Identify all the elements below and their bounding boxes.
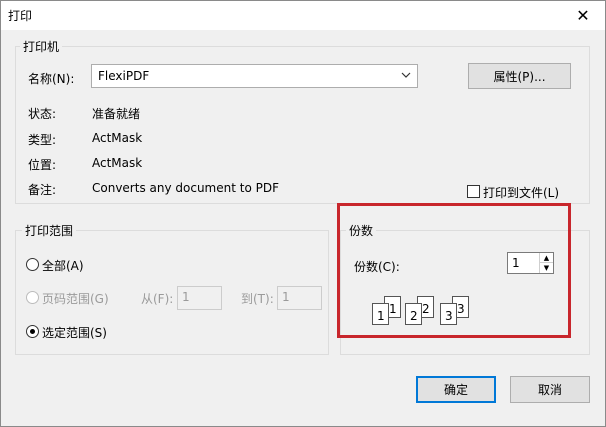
- printer-select-value: FlexiPDF: [98, 69, 150, 83]
- from-input[interactable]: 1: [177, 286, 222, 310]
- properties-button-label: 属性(P)...: [493, 69, 546, 84]
- copies-label: 份数(C):: [354, 260, 400, 274]
- properties-button[interactable]: 属性(P)...: [468, 63, 571, 89]
- type-value: ActMask: [92, 131, 143, 145]
- cancel-button-label: 取消: [537, 383, 562, 397]
- print-dialog: 打印 ✕ 打印机 名称(N): FlexiPDF 属性(P)... 状态: 准备…: [0, 0, 606, 427]
- chevron-down-icon: [401, 72, 411, 78]
- location-label: 位置:: [28, 158, 57, 172]
- from-label: 从(F):: [141, 292, 174, 306]
- close-button[interactable]: ✕: [560, 0, 606, 30]
- location-value: ActMask: [92, 156, 143, 170]
- collate-illustration: 1 1 2 2 3 3: [372, 293, 472, 329]
- to-label: 到(T):: [241, 292, 274, 306]
- printer-select[interactable]: FlexiPDF: [91, 64, 418, 88]
- from-input-value: 1: [182, 290, 190, 304]
- ok-button-label: 确定: [443, 383, 468, 397]
- radio-selection[interactable]: [26, 325, 39, 338]
- printer-group-label: 打印机: [20, 38, 63, 55]
- comment-value: Converts any document to PDF: [92, 181, 279, 195]
- copies-group-label: 份数: [346, 222, 377, 239]
- to-input-value: 1: [282, 290, 290, 304]
- comment-label: 备注:: [28, 183, 57, 197]
- spin-down-icon[interactable]: ▼: [540, 263, 553, 273]
- title-bar: 打印 ✕: [0, 0, 606, 30]
- cancel-button[interactable]: 取消: [510, 376, 590, 403]
- ok-button[interactable]: 确定: [416, 376, 496, 403]
- spinner-arrows: ▲ ▼: [539, 253, 553, 273]
- copies-value: 1: [512, 256, 520, 270]
- collate-page-front: 1: [372, 303, 389, 325]
- spin-up-icon[interactable]: ▲: [540, 253, 553, 263]
- collate-page-front: 2: [405, 303, 422, 325]
- radio-selected-dot: [30, 329, 35, 334]
- radio-pages[interactable]: [26, 291, 39, 304]
- print-to-file-checkbox[interactable]: [467, 185, 480, 198]
- radio-pages-label[interactable]: 页码范围(G): [42, 290, 109, 307]
- close-icon: ✕: [576, 5, 590, 25]
- printer-name-label: 名称(N):: [28, 72, 75, 86]
- radio-all-label[interactable]: 全部(A): [42, 257, 84, 274]
- print-to-file-label[interactable]: 打印到文件(L): [483, 184, 559, 201]
- print-range-group-label: 打印范围: [22, 222, 77, 239]
- status-value: 准备就绪: [92, 107, 141, 121]
- copies-spinner[interactable]: 1 ▲ ▼: [507, 252, 554, 274]
- status-label: 状态:: [28, 107, 57, 121]
- collate-page-front: 3: [440, 303, 457, 325]
- radio-all[interactable]: [26, 258, 39, 271]
- radio-selection-label[interactable]: 选定范围(S): [42, 324, 107, 341]
- to-input[interactable]: 1: [277, 286, 322, 310]
- type-label: 类型:: [28, 133, 57, 147]
- window-title: 打印: [8, 9, 33, 23]
